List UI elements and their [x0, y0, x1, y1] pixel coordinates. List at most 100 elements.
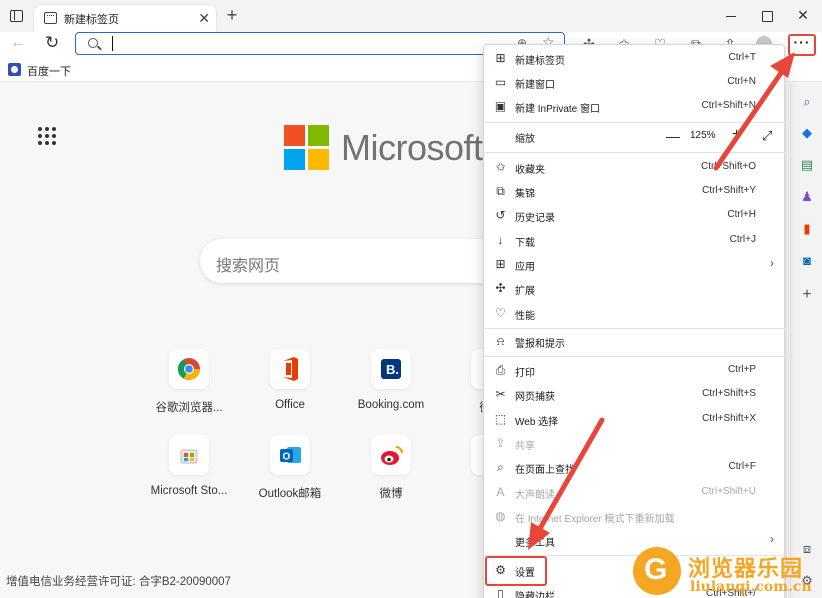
favorites-icon: ✩ [495, 160, 506, 174]
menu-divider [484, 152, 786, 153]
web-select-icon: ⬚ [494, 412, 507, 426]
extensions-icon: ✣ [495, 281, 506, 295]
menu-item-shortcut: Ctrl+Shift+X [702, 413, 756, 424]
booking-icon: B. [371, 349, 411, 389]
apps-icon: ⊞ [495, 257, 506, 271]
window-maximize-button[interactable] [752, 4, 782, 26]
tile-label: Outlook邮箱 [258, 488, 322, 500]
microsoft-store-icon [169, 435, 209, 475]
license-footer: 增值电信业务经营许可证: 合字B2-20090007 [6, 576, 231, 588]
menu-item-new-inprivate-window[interactable]: ▣ 新建 InPrivate 窗口 Ctrl+Shift+N [484, 95, 786, 119]
quick-link-tile[interactable]: 微博 [346, 435, 436, 505]
menu-item-label: 历史记录 [515, 213, 555, 224]
menu-item-print[interactable]: ⎙ 打印 Ctrl+P [484, 359, 786, 383]
shopping-tag-icon[interactable]: ◆ [799, 125, 815, 141]
menu-item-shortcut: Ctrl+T [728, 52, 757, 63]
tools-icon[interactable]: ▤ [799, 157, 815, 173]
menu-item-label: 扩展 [515, 286, 535, 297]
window-close-button[interactable]: ✕ [788, 4, 818, 26]
new-window-icon: ▭ [494, 75, 507, 89]
app-launcher-icon[interactable] [38, 127, 58, 147]
favorite-item-baidu[interactable]: 百度一下 [27, 63, 71, 79]
find-icon: ⌕ [497, 460, 504, 474]
fullscreen-icon[interactable]: ⤢ [762, 128, 772, 144]
menu-item-read-aloud: A 大声朗读 Ctrl+Shift+U [484, 481, 786, 505]
collections-icon: ⧉ [496, 184, 505, 198]
office-icon[interactable]: ▮ [799, 221, 815, 237]
quick-link-tile[interactable]: B. Booking.com [346, 349, 436, 419]
menu-item-label: 新建窗口 [515, 80, 555, 91]
print-icon: ⎙ [495, 363, 506, 377]
download-icon: ↓ [497, 233, 504, 247]
watermark-logo-icon [633, 547, 681, 595]
menu-item-label: 在页面上查找 [515, 465, 575, 476]
menu-item-web-capture[interactable]: ✂ 网页捕获 Ctrl+Shift+S [484, 383, 786, 407]
inprivate-icon: ▣ [494, 99, 507, 113]
menu-item-shortcut: Ctrl+Shift+N [701, 100, 756, 111]
baidu-paw-icon [8, 63, 21, 76]
tab-actions-icon[interactable] [6, 7, 26, 25]
menu-item-label: 在 Internet Explorer 模式下重新加载 [515, 514, 675, 525]
menu-item-find-on-page[interactable]: ⌕ 在页面上查找 Ctrl+F [484, 456, 786, 480]
menu-item-label: 共享 [515, 441, 535, 452]
zoom-out-button[interactable]: — [666, 128, 680, 144]
menu-item-new-tab[interactable]: ⊞ 新建标签页 Ctrl+T [484, 47, 786, 71]
window-minimize-button[interactable] [716, 4, 746, 26]
menu-item-label: 打印 [515, 368, 535, 379]
outlook-icon[interactable]: ◙ [799, 253, 815, 269]
search-icon[interactable]: ⌕ [799, 94, 815, 110]
menu-item-label: 隐藏边栏 [515, 592, 555, 598]
menu-item-downloads[interactable]: ↓ 下载 Ctrl+J [484, 229, 786, 253]
tile-label: Office [275, 399, 305, 411]
refresh-button[interactable]: ↻ [45, 33, 59, 53]
menu-item-zoom: 缩放 — 125% + ⤢ [484, 125, 786, 149]
add-sidebar-app-icon[interactable]: + [799, 287, 815, 303]
tab-new-tab[interactable]: 新建标签页 ✕ [34, 5, 216, 32]
menu-item-label: 下载 [515, 238, 535, 249]
menu-item-label: Web 选择 [515, 417, 559, 428]
web-search-box[interactable]: 搜索网页 [200, 239, 500, 283]
new-tab-favicon-icon [44, 12, 57, 24]
outlook-icon: O [270, 435, 310, 475]
settings-highlight-box [485, 556, 547, 586]
menu-item-extensions[interactable]: ✣ 扩展 [484, 277, 786, 301]
menu-item-collections[interactable]: ⧉ 集锦 Ctrl+Shift+Y [484, 180, 786, 204]
menu-item-new-window[interactable]: ▭ 新建窗口 Ctrl+N [484, 71, 786, 95]
zoom-in-button[interactable]: + [732, 126, 741, 144]
ie-mode-icon: ◍ [495, 509, 506, 523]
quick-link-tile[interactable]: Microsoft Sto... [144, 435, 234, 505]
new-tab-button[interactable]: + [222, 4, 242, 26]
menu-item-share: ⇪ 共享 [484, 432, 786, 456]
menu-item-history[interactable]: ↺ 历史记录 Ctrl+H [484, 204, 786, 228]
tile-label: Booking.com [357, 399, 425, 411]
chevron-right-icon: › [770, 532, 774, 546]
settings-and-more-menu: ⊞ 新建标签页 Ctrl+T ▭ 新建窗口 Ctrl+N ▣ 新建 InPrivate 窗… [483, 44, 786, 598]
menu-item-shortcut: Ctrl+P [727, 364, 756, 375]
tile-label: Microsoft Sto... [150, 485, 228, 497]
read-aloud-icon: A [496, 485, 505, 499]
menu-item-performance[interactable]: ♡ 性能 [484, 302, 786, 326]
menu-item-apps[interactable]: ⊞ 应用 › [484, 253, 786, 277]
menu-item-shortcut: Ctrl+F [728, 461, 757, 472]
menu-divider [484, 328, 786, 329]
menu-item-favorites[interactable]: ✩ 收藏夹 Ctrl+Shift+O [484, 156, 786, 180]
search-placeholder: 搜索网页 [216, 258, 281, 275]
capture-icon: ✂ [495, 387, 506, 401]
svg-text:B.: B. [386, 362, 399, 377]
microsoft-wordmark: Microsoft [341, 127, 483, 168]
back-button[interactable]: ← [10, 34, 26, 52]
quick-link-tile[interactable]: Office [245, 349, 335, 419]
menu-item-shortcut: Ctrl+H [727, 209, 756, 220]
tab-close-button[interactable]: ✕ [198, 9, 210, 27]
menu-item-web-select[interactable]: ⬚ Web 选择 Ctrl+Shift+X [484, 408, 786, 432]
quick-link-tile[interactable]: 谷歌浏览器... [144, 349, 234, 419]
menu-item-alerts[interactable]: ⍾ 警报和提示 [484, 330, 786, 354]
games-icon[interactable]: ♟ [799, 189, 815, 205]
chevron-right-icon: › [770, 256, 774, 270]
settings-and-more-button[interactable]: ··· [788, 34, 816, 56]
menu-item-more-tools[interactable]: 更多工具 › [484, 529, 786, 553]
history-icon: ↺ [495, 208, 506, 222]
menu-item-label: 应用 [515, 262, 535, 273]
quick-link-tile[interactable]: O Outlook邮箱 [245, 435, 335, 505]
text-caret [112, 36, 113, 51]
